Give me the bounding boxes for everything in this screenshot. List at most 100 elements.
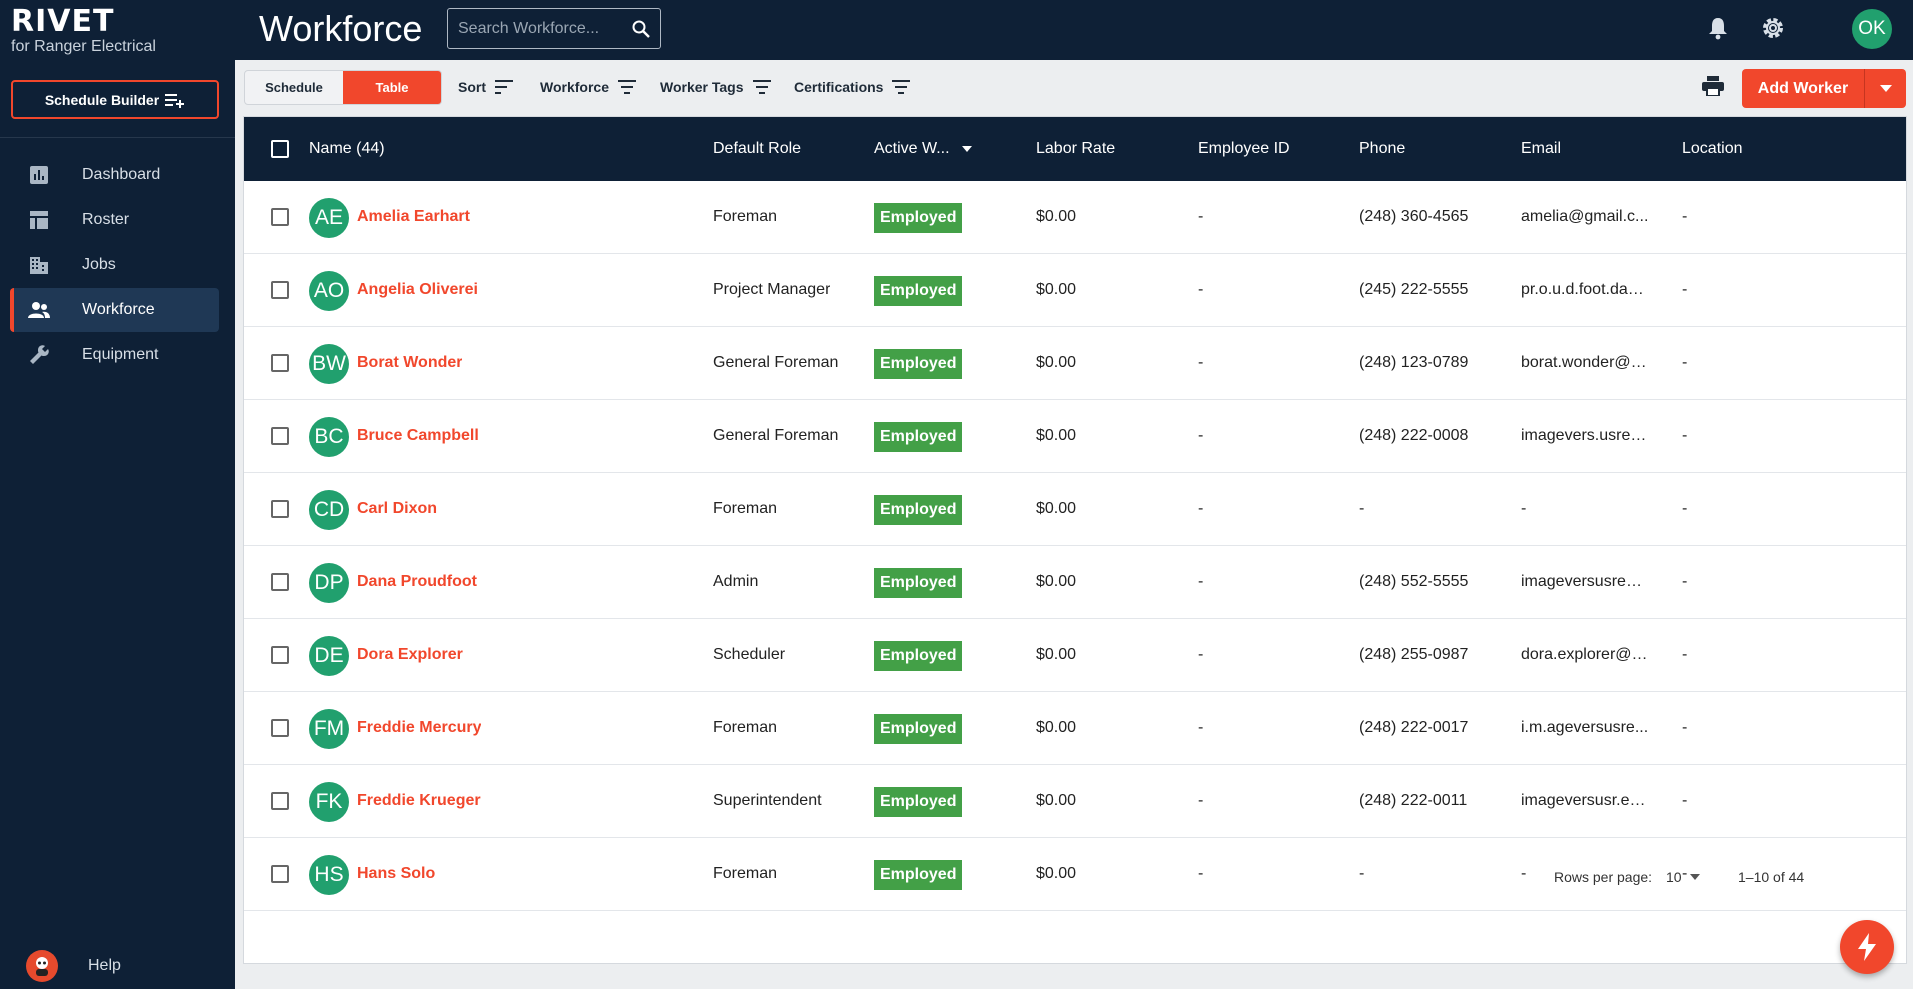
cell-email: borat.wonder@g... [1521, 354, 1649, 371]
column-header-active-label: Active W... [874, 140, 950, 157]
top-bar: Workforce OK [235, 0, 1913, 60]
table-row[interactable]: AE Amelia Earhart Foreman Employed $0.00 - (24… [244, 181, 1906, 254]
sidebar-item-equipment[interactable]: Equipment [10, 333, 219, 377]
table-row[interactable]: DE Dora Explorer Scheduler Employed $0.00 - (2… [244, 619, 1906, 692]
column-header-labor-rate[interactable]: Labor Rate [1036, 140, 1115, 158]
row-checkbox[interactable] [271, 573, 289, 591]
cell-labor-rate: $0.00 [1036, 354, 1077, 371]
status-badge: Employed [874, 787, 963, 817]
worker-name-link[interactable]: Amelia Earhart [357, 208, 470, 226]
worker-avatar: DP [309, 563, 349, 603]
add-worker-dropdown[interactable] [1864, 69, 1906, 108]
quick-action-button[interactable] [1840, 920, 1894, 974]
help-link[interactable]: Help [26, 950, 121, 982]
workforce-filter-label: Workforce [540, 79, 609, 95]
column-header-location[interactable]: Location [1682, 140, 1743, 158]
sort-button[interactable]: Sort [458, 79, 513, 95]
notifications-bell-icon[interactable] [1707, 16, 1729, 40]
sidebar-item-roster[interactable]: Roster [10, 198, 219, 242]
cell-labor-rate: $0.00 [1036, 500, 1077, 517]
search-icon[interactable] [631, 19, 651, 39]
worker-name-link[interactable]: Dana Proudfoot [357, 573, 477, 591]
cell-email: amelia@gmail.c... [1521, 208, 1649, 225]
column-header-employee-id[interactable]: Employee ID [1198, 140, 1290, 158]
cell-default-role: Project Manager [713, 281, 831, 298]
user-avatar[interactable]: OK [1852, 9, 1892, 49]
table-row[interactable]: BC Bruce Campbell General Foreman Employed $… [244, 400, 1906, 473]
rows-per-page-select[interactable]: 10 [1666, 869, 1700, 885]
row-checkbox[interactable] [271, 281, 289, 299]
workforce-icon [28, 299, 50, 321]
print-icon[interactable] [1702, 76, 1724, 96]
add-worker-button[interactable]: Add Worker [1742, 69, 1864, 108]
dashboard-icon [28, 164, 50, 186]
worker-name-link[interactable]: Dora Explorer [357, 646, 463, 664]
cell-location: - [1682, 208, 1688, 225]
table-row[interactable]: DP Dana Proudfoot Admin Employed $0.00 - (248)… [244, 546, 1906, 619]
sidebar-item-jobs[interactable]: Jobs [10, 243, 219, 287]
cell-default-role: General Foreman [713, 427, 839, 444]
status-badge: Employed [874, 422, 963, 452]
filter-icon [617, 80, 636, 94]
row-checkbox[interactable] [271, 646, 289, 664]
cell-employee-id: - [1198, 646, 1204, 663]
table-row[interactable]: BW Borat Wonder General Foreman Employed $0.… [244, 327, 1906, 400]
column-header-name[interactable]: Name (44) [309, 140, 385, 158]
row-checkbox[interactable] [271, 354, 289, 372]
cell-labor-rate: $0.00 [1036, 208, 1077, 225]
schedule-builder-label: Schedule Builder [44, 91, 160, 108]
row-checkbox[interactable] [271, 500, 289, 518]
select-all-checkbox[interactable] [271, 140, 289, 158]
help-label: Help [88, 957, 121, 974]
worker-avatar: BW [309, 344, 349, 384]
search-box[interactable] [447, 8, 661, 49]
row-checkbox[interactable] [271, 792, 289, 810]
search-input[interactable] [458, 19, 618, 38]
sidebar-item-label: Jobs [82, 256, 116, 273]
cell-phone: (248) 222-0011 [1359, 792, 1468, 809]
cell-default-role: Scheduler [713, 646, 786, 663]
worker-name-link[interactable]: Carl Dixon [357, 500, 437, 518]
worker-name-link[interactable]: Freddie Mercury [357, 719, 481, 737]
sidebar-item-workforce[interactable]: Workforce [10, 288, 219, 332]
row-checkbox[interactable] [271, 719, 289, 737]
cell-employee-id: - [1198, 427, 1204, 444]
add-worker-split-button: Add Worker [1742, 69, 1906, 108]
cell-location: - [1682, 646, 1688, 663]
table-row[interactable]: FK Freddie Krueger Superintendent Employed $… [244, 765, 1906, 838]
view-schedule-button[interactable]: Schedule [245, 71, 343, 104]
cell-labor-rate: $0.00 [1036, 792, 1077, 809]
column-header-active[interactable]: Active W... [874, 140, 973, 158]
worker-name-link[interactable]: Freddie Krueger [357, 792, 481, 810]
column-header-email[interactable]: Email [1521, 140, 1561, 158]
table-row[interactable]: CD Carl Dixon Foreman Employed $0.00 - - - - [244, 473, 1906, 546]
table-row[interactable]: FM Freddie Mercury Foreman Employed $0.00 - (2… [244, 692, 1906, 765]
worker-name-link[interactable]: Borat Wonder [357, 354, 462, 372]
worker-avatar: BC [309, 417, 349, 457]
cell-location: - [1682, 719, 1688, 736]
worker-name-link[interactable]: Bruce Campbell [357, 427, 479, 445]
row-checkbox[interactable] [271, 208, 289, 226]
status-badge: Employed [874, 203, 963, 233]
brand-logo[interactable]: RIVET for Ranger Electrical [11, 6, 156, 56]
cell-phone: (248) 255-0987 [1359, 646, 1469, 663]
wrench-icon [28, 344, 50, 366]
cell-employee-id: - [1198, 719, 1204, 736]
cell-default-role: Foreman [713, 208, 778, 225]
schedule-builder-button[interactable]: Schedule Builder [11, 80, 219, 119]
table-row[interactable]: AO Angelia Oliverei Project Manager Employe… [244, 254, 1906, 327]
sidebar-divider [0, 137, 235, 138]
column-header-phone[interactable]: Phone [1359, 140, 1405, 158]
column-header-default-role[interactable]: Default Role [713, 140, 801, 158]
status-badge: Employed [874, 495, 963, 525]
sidebar-item-dashboard[interactable]: Dashboard [10, 153, 219, 197]
certifications-filter-button[interactable]: Certifications [794, 79, 911, 95]
worker-tags-filter-button[interactable]: Worker Tags [660, 79, 771, 95]
view-table-button[interactable]: Table [343, 71, 441, 104]
cell-default-role: Foreman [713, 500, 778, 517]
row-checkbox[interactable] [271, 427, 289, 445]
worker-name-link[interactable]: Angelia Oliverei [357, 281, 478, 299]
jobs-icon [28, 254, 50, 276]
workforce-filter-button[interactable]: Workforce [540, 79, 636, 95]
settings-gear-icon[interactable] [1760, 15, 1786, 41]
